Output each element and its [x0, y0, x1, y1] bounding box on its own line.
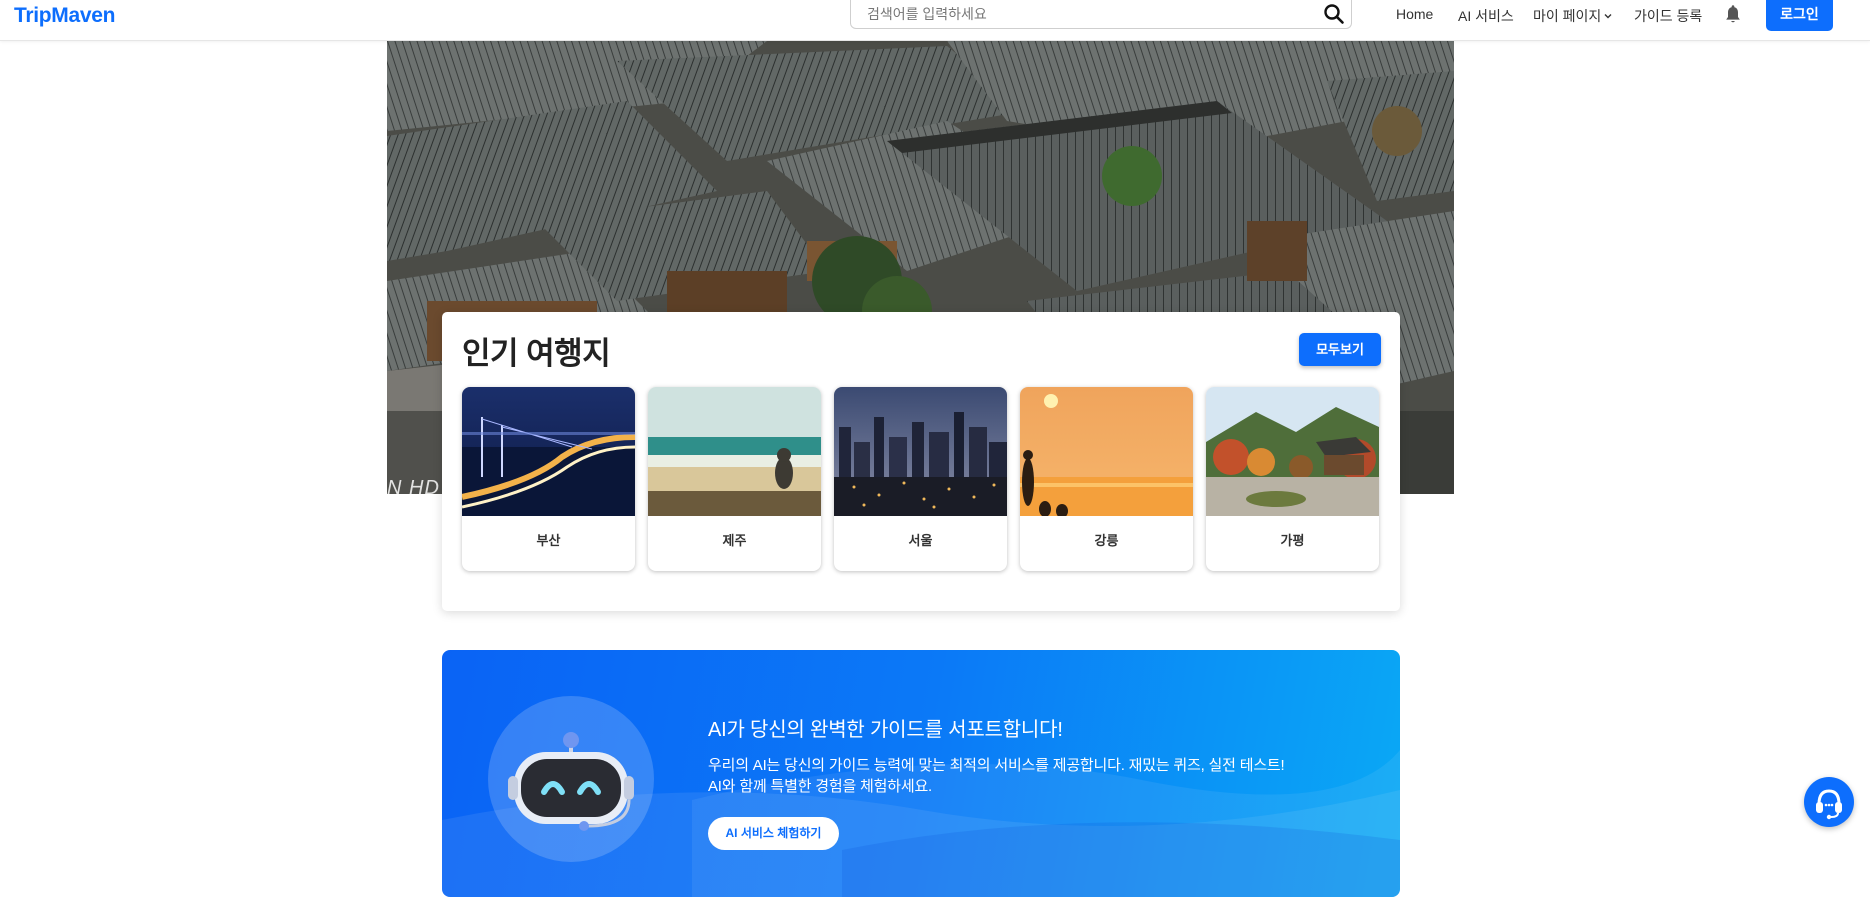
seoul-photo: [834, 387, 1007, 516]
nav-home[interactable]: Home: [1396, 6, 1433, 22]
login-button[interactable]: 로그인: [1766, 0, 1833, 31]
nav-my-page-label: 마이 페이지: [1533, 8, 1602, 24]
search-bar: [850, 0, 1352, 29]
support-chat-button[interactable]: [1804, 777, 1854, 827]
bell-icon[interactable]: [1724, 5, 1742, 25]
robot-avatar: [488, 696, 654, 862]
search-icon[interactable]: [1323, 3, 1345, 25]
nav-my-page[interactable]: 마이 페이지: [1533, 6, 1612, 26]
destination-name: 강릉: [1094, 533, 1119, 548]
ai-banner-description: 우리의 AI는 당신의 가이드 능력에 맞는 최적의 서비스를 제공합니다. 재…: [708, 755, 1285, 797]
destination-card-seoul[interactable]: 서울: [834, 387, 1007, 571]
popular-title: 인기 여행지: [462, 336, 611, 371]
popular-destinations-card: 인기 여행지 모두보기 부산 제주 서울 강릉 가평: [442, 312, 1400, 611]
gangneung-photo: [1020, 387, 1193, 516]
destination-name: 서울: [908, 533, 933, 548]
ai-promo-banner: AI가 당신의 완벽한 가이드를 서포트합니다! 우리의 AI는 당신의 가이드…: [442, 650, 1400, 897]
gapyeong-photo: [1206, 387, 1379, 516]
hero-caption: N HD: [387, 477, 440, 494]
busan-photo: [462, 387, 635, 516]
nav-guide-register[interactable]: 가이드 등록: [1634, 6, 1702, 26]
jeju-photo: [648, 387, 821, 516]
destination-name: 부산: [536, 533, 561, 548]
ai-service-try-button[interactable]: AI 서비스 체험하기: [708, 817, 839, 850]
top-navbar: TripMaven Home AI 서비스 마이 페이지 가이드 등록 로그인: [0, 0, 1870, 41]
view-all-button[interactable]: 모두보기: [1299, 333, 1381, 366]
ai-desc-line-2: AI와 함께 특별한 경험을 체험하세요.: [708, 778, 933, 795]
chevron-down-icon: [1604, 14, 1612, 19]
destination-name: 가평: [1280, 533, 1305, 548]
destination-card-gangneung[interactable]: 강릉: [1020, 387, 1193, 571]
ai-desc-line-1: 우리의 AI는 당신의 가이드 능력에 맞는 최적의 서비스를 제공합니다. 재…: [708, 757, 1285, 774]
robot-icon: [508, 732, 634, 831]
destination-card-busan[interactable]: 부산: [462, 387, 635, 571]
destination-name: 제주: [722, 533, 747, 548]
destination-card-jeju[interactable]: 제주: [648, 387, 821, 571]
brand-logo[interactable]: TripMaven: [14, 4, 115, 28]
search-input[interactable]: [865, 3, 1309, 25]
headset-icon: [1816, 789, 1842, 820]
ai-banner-title: AI가 당신의 완벽한 가이드를 서포트합니다!: [708, 719, 1063, 741]
destination-card-gapyeong[interactable]: 가평: [1206, 387, 1379, 571]
nav-ai-service[interactable]: AI 서비스: [1458, 6, 1514, 26]
